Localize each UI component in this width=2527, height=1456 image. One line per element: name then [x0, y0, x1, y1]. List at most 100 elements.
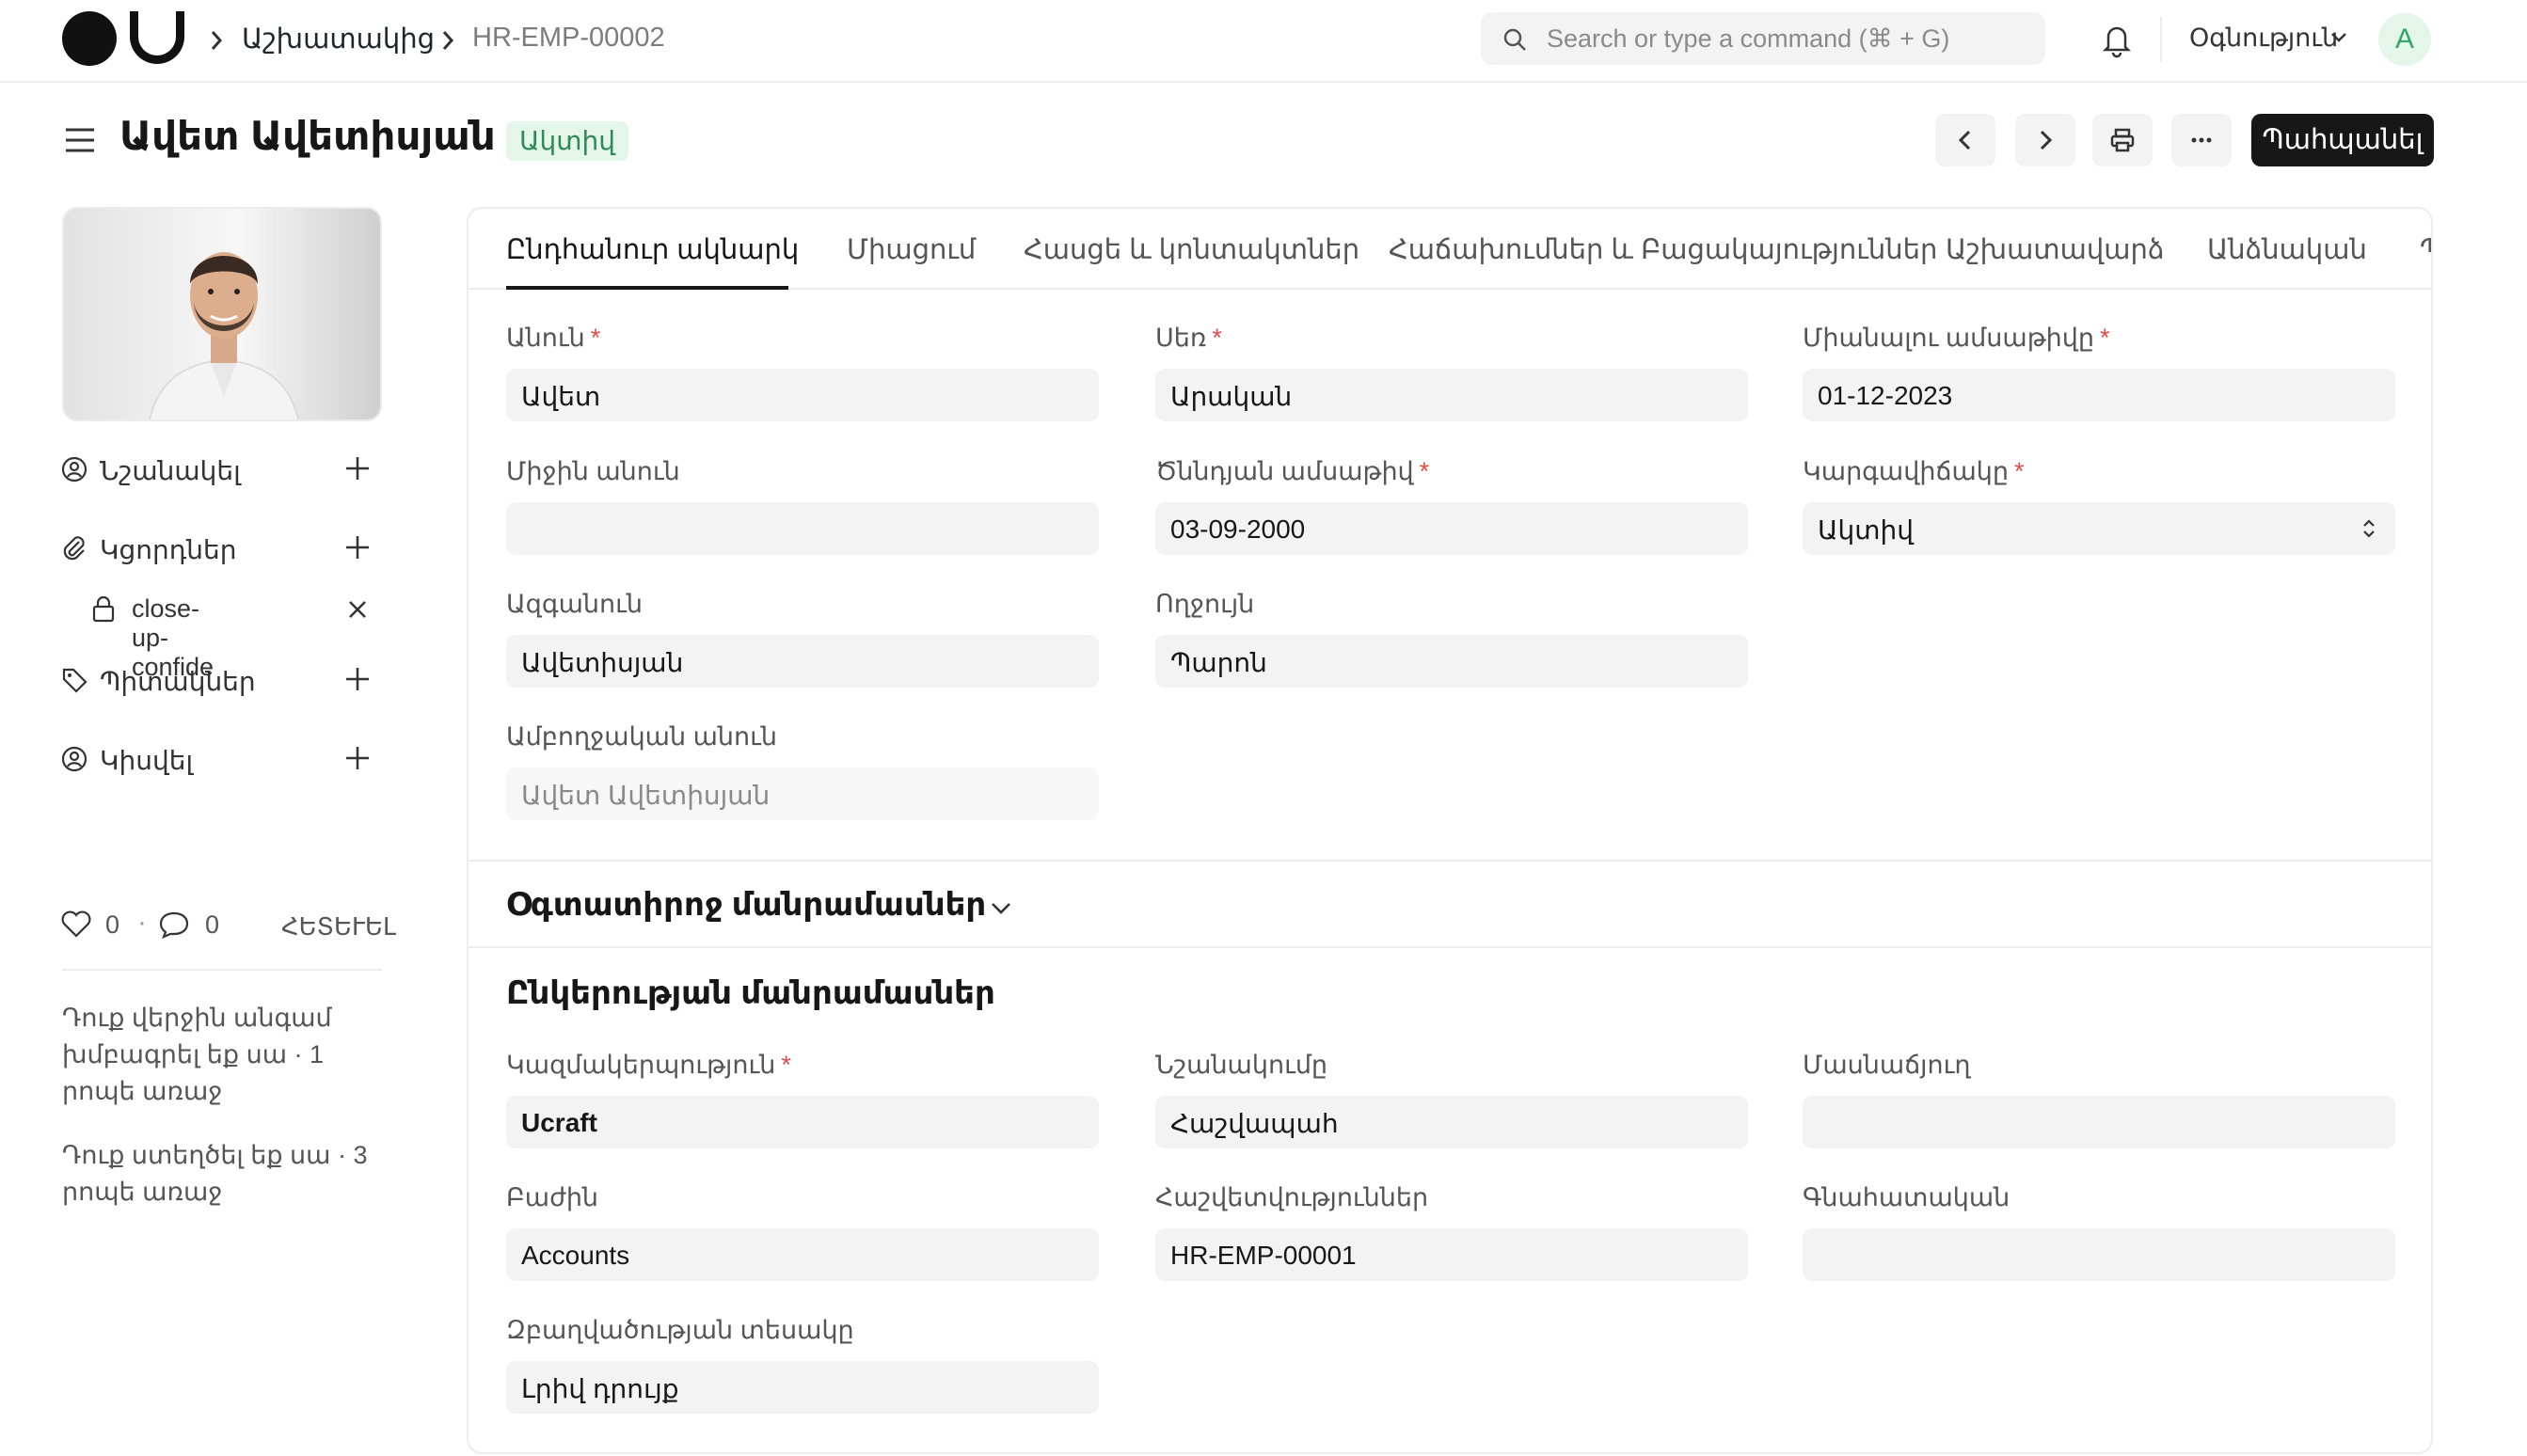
full-name-field: Ավետ Ավետիսյան: [506, 768, 1099, 820]
status-select-value: Ակտիվ: [1818, 515, 1914, 545]
chevron-left-icon: [1958, 130, 1971, 150]
previous-record-button[interactable]: [1935, 114, 1995, 166]
lock-icon: [92, 595, 115, 623]
designation-field[interactable]: Հաշվապահ: [1155, 1096, 1748, 1148]
company-value: Ucraft: [521, 1108, 597, 1137]
tab-attendance-leaves[interactable]: Հաճախումներ և Բացակայություններ: [1389, 233, 1937, 266]
assign-to-label: Նշանակել: [100, 456, 241, 485]
paperclip-icon: [63, 536, 85, 561]
engagement-row: 0 · 0 ՀԵՏԵՒԵԼ: [60, 907, 396, 944]
employee-form-card: Ընդհանուր ակնարկ Միացում Հասցե և կոնտակտ…: [467, 207, 2433, 1454]
birth-date-label: Ծննդյան ամսաթիվ *: [1155, 457, 1430, 485]
app-logo-u[interactable]: [130, 11, 184, 64]
tag-icon: [62, 668, 87, 693]
add-attachment-plus-icon[interactable]: [344, 534, 371, 561]
select-updown-icon: [2363, 519, 2375, 538]
chevron-down-icon[interactable]: [2329, 28, 2348, 47]
likes-count: 0: [105, 910, 120, 939]
sidebar-divider: [62, 969, 382, 971]
form-tabs: Ընդհանուր ակնարկ Միացում Հասցե և կոնտակտ…: [469, 209, 2431, 290]
employment-type-value: Լրիվ դրույք: [521, 1374, 679, 1403]
tab-overview[interactable]: Ընդհանուր ակնարկ: [506, 233, 799, 266]
employee-photo[interactable]: [62, 207, 382, 421]
first-name-label: Անուն *: [506, 324, 601, 352]
joining-date-field[interactable]: 01-12-2023: [1803, 369, 2395, 421]
employee-portrait-image: [148, 252, 300, 419]
user-details-section-title[interactable]: Օգտատիրոջ մանրամասներ: [506, 886, 986, 924]
search-bar[interactable]: [1481, 12, 2045, 65]
remove-attachment-close-icon[interactable]: [346, 598, 369, 621]
help-menu-label[interactable]: Օգնություն: [2189, 24, 2338, 53]
company-label: Կազմակերպություն *: [506, 1051, 791, 1079]
add-share-plus-icon[interactable]: [344, 745, 371, 771]
print-button[interactable]: [2092, 114, 2153, 166]
top-navbar: Աշխատակից HR-EMP-00002 Օգնություն A: [0, 0, 2527, 83]
full-name-label: Ամբողջական անուն: [506, 722, 777, 751]
employment-type-field[interactable]: Լրիվ դրույք: [506, 1361, 1099, 1414]
status-badge: Ակտիվ: [506, 121, 628, 161]
full-name-value: Ավետ Ավետիսյան: [521, 781, 771, 810]
search-input[interactable]: [1547, 12, 2026, 65]
branch-field[interactable]: [1803, 1096, 2395, 1148]
company-field[interactable]: Ucraft: [506, 1096, 1099, 1148]
middle-name-field[interactable]: [506, 502, 1099, 555]
last-name-field[interactable]: Ավետիսյան: [506, 635, 1099, 688]
chevron-down-icon[interactable]: [988, 897, 1014, 920]
birth-date-value: 03-09-2000: [1170, 514, 1306, 544]
department-field[interactable]: Accounts: [506, 1228, 1099, 1281]
add-assignee-plus-icon[interactable]: [344, 455, 371, 482]
tab-overflow[interactable]: Պ: [2420, 233, 2431, 266]
save-button[interactable]: Պահպանել: [2251, 114, 2434, 166]
heart-icon[interactable]: [60, 910, 92, 939]
activity-last-edited: Դուք վերջին անգամ խմբագրել եք սա · 1 րոպ…: [62, 1004, 332, 1105]
activity-created: Դուք ստեղծել եք սա · 3 րոպե առաջ: [62, 1141, 368, 1206]
grade-field[interactable]: [1803, 1228, 2395, 1281]
branch-label: Մասնաճյուղ: [1803, 1051, 1971, 1079]
status-label: Կարգավիճակը *: [1803, 457, 2025, 485]
separator-dot: ·: [137, 907, 147, 938]
more-actions-button[interactable]: [2171, 114, 2232, 166]
tab-salary[interactable]: Աշխատավարձ: [1946, 233, 2164, 266]
middle-name-label: Միջին անուն: [506, 457, 680, 485]
chevron-right-icon: [2040, 130, 2053, 150]
breadcrumb-record-id[interactable]: HR-EMP-00002: [472, 23, 665, 54]
breadcrumb-chevron-icon: [442, 31, 454, 50]
page-title: Ավետ Ավետիսյան: [119, 114, 496, 158]
notifications-bell-icon[interactable]: [2100, 21, 2134, 58]
joining-date-label: Միանալու ամսաթիվը *: [1803, 324, 2110, 352]
salutation-field[interactable]: Պարոն: [1155, 635, 1748, 688]
gender-value: Արական: [1170, 382, 1293, 411]
reports-to-label: Հաշվետվություններ: [1155, 1183, 1429, 1211]
reports-to-field[interactable]: HR-EMP-00001: [1155, 1228, 1748, 1281]
sidebar-toggle-icon[interactable]: [64, 124, 96, 156]
user-plus-icon: [61, 456, 87, 483]
tab-personal[interactable]: Անձնական: [2207, 233, 2367, 266]
comments-count: 0: [205, 910, 220, 939]
section-divider: [469, 946, 2431, 948]
tab-joining[interactable]: Միացում: [847, 233, 976, 266]
comment-icon[interactable]: [158, 910, 190, 939]
grade-label: Գնահատական: [1803, 1183, 2010, 1211]
employment-type-label: Զբաղվածության տեսակը: [506, 1316, 854, 1344]
birth-date-field[interactable]: 03-09-2000: [1155, 502, 1748, 555]
next-record-button[interactable]: [2015, 114, 2075, 166]
breadcrumb-employee[interactable]: Աշխատակից: [242, 23, 435, 55]
search-icon: [1503, 28, 1526, 51]
designation-value: Հաշվապահ: [1170, 1109, 1339, 1138]
printer-icon: [2110, 128, 2135, 152]
designation-label: Նշանակումը: [1155, 1051, 1328, 1079]
app-logo-circle[interactable]: [62, 11, 117, 66]
share-label: Կիսվել: [100, 746, 194, 775]
more-dots-icon: [2191, 137, 2212, 143]
gender-field[interactable]: Արական: [1155, 369, 1748, 421]
tags-label: Պիտակներ: [100, 667, 256, 696]
last-name-label: Ազգանուն: [506, 590, 643, 618]
tab-address-contacts[interactable]: Հասցե և կոնտակտներ: [1024, 233, 1359, 266]
salutation-label: Ողջույն: [1155, 590, 1255, 618]
first-name-field[interactable]: Ավետ: [506, 369, 1099, 421]
add-tag-plus-icon[interactable]: [344, 666, 371, 692]
follow-button[interactable]: ՀԵՏԵՒԵԼ: [281, 912, 396, 942]
user-avatar[interactable]: A: [2378, 13, 2431, 66]
breadcrumb-chevron-icon: [211, 31, 223, 50]
status-select[interactable]: Ակտիվ: [1803, 502, 2395, 555]
